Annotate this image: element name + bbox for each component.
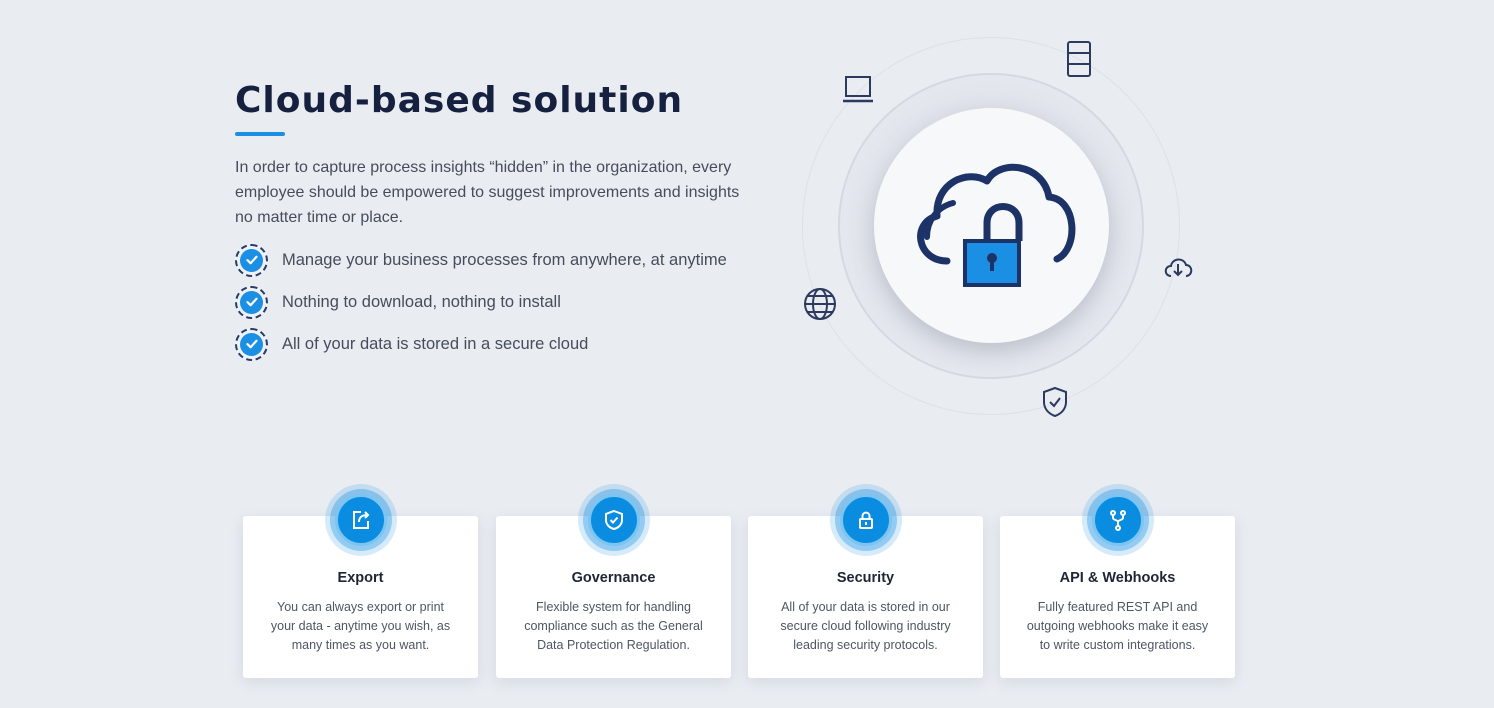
export-icon xyxy=(352,511,369,529)
globe-icon xyxy=(804,288,836,320)
card-title: Governance xyxy=(571,570,656,586)
card-title: Security xyxy=(836,570,895,586)
feature-item: Manage your business processes from anyw… xyxy=(235,243,727,277)
card-description: Flexible system for handling compliance … xyxy=(524,600,703,652)
feature-text: Nothing to download, nothing to install xyxy=(282,292,561,311)
card-description: Fully featured REST API and outgoing web… xyxy=(1026,600,1209,652)
feature-list: Manage your business processes from anyw… xyxy=(235,243,727,369)
card-description: All of your data is stored in our secure… xyxy=(780,600,951,652)
title-underline xyxy=(235,132,285,136)
feature-card-governance: Governance Flexible system for handling … xyxy=(496,484,731,678)
card-title: Export xyxy=(337,570,384,586)
card-badge xyxy=(1081,484,1154,556)
shield-check-icon xyxy=(604,509,623,531)
lock-icon xyxy=(858,511,873,529)
card-badge xyxy=(577,484,650,556)
shield-check-icon xyxy=(1043,386,1067,418)
feature-text: All of your data is stored in a secure c… xyxy=(282,334,589,353)
feature-item: All of your data is stored in a secure c… xyxy=(235,327,727,361)
card-description: You can always export or print your data… xyxy=(270,600,451,652)
laptop-icon xyxy=(843,76,873,103)
fork-icon xyxy=(1109,510,1126,531)
page-title: Cloud-based solution xyxy=(235,80,684,121)
intro-paragraph: In order to capture process insights “hi… xyxy=(235,159,740,226)
card-badge xyxy=(829,484,902,556)
card-badge xyxy=(324,484,397,556)
server-icon xyxy=(1067,41,1091,77)
cloud-download-icon xyxy=(1164,258,1193,277)
center-circle xyxy=(874,108,1109,343)
feature-card-api-webhooks: API & Webhooks Fully featured REST API a… xyxy=(1000,484,1235,678)
card-title: API & Webhooks xyxy=(1059,570,1176,586)
feature-card-security: Security All of your data is stored in o… xyxy=(748,484,983,678)
feature-card-export: Export You can always export or print yo… xyxy=(243,484,478,678)
check-icon xyxy=(235,285,268,319)
cloud-lock-icon xyxy=(916,163,1075,287)
check-icon xyxy=(235,243,268,277)
feature-text: Manage your business processes from anyw… xyxy=(282,250,727,269)
cloud-illustration xyxy=(790,30,1210,430)
check-icon xyxy=(235,327,268,361)
feature-item: Nothing to download, nothing to install xyxy=(235,285,727,319)
